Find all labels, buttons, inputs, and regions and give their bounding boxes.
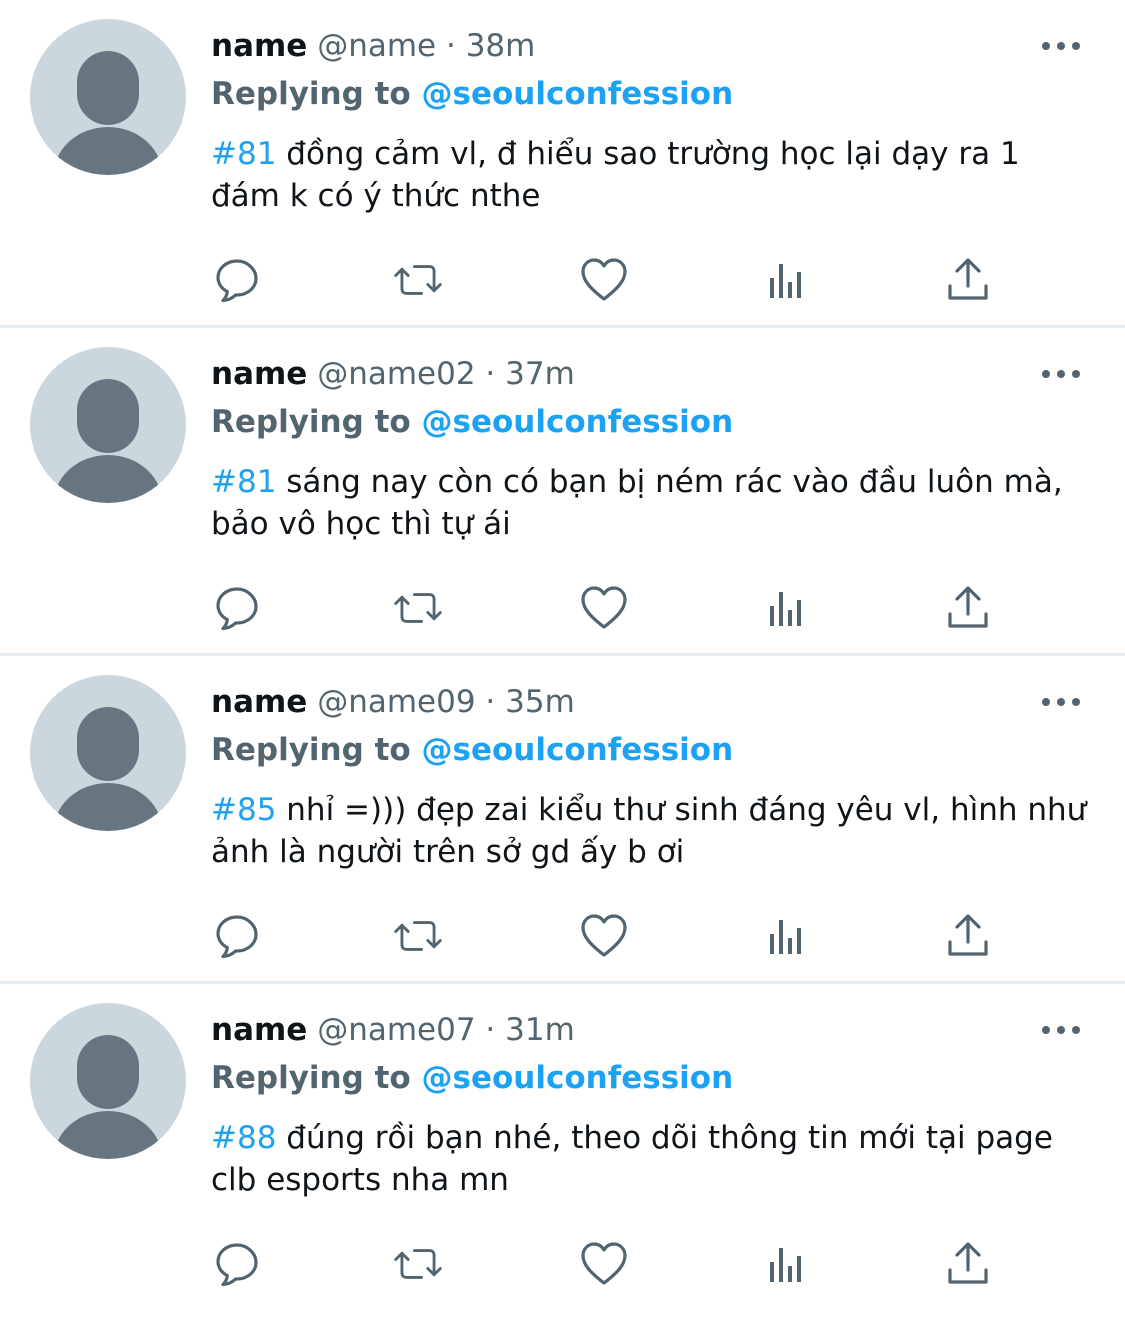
tweet-actions	[0, 911, 1125, 961]
tweet-header: name @name · 38m	[211, 26, 535, 66]
avatar-placeholder-head	[77, 379, 139, 453]
avatar[interactable]	[30, 675, 186, 831]
analytics-icon[interactable]	[761, 911, 811, 961]
tweet-text: #88 đúng rồi bạn nhé, theo dõi thông tin…	[211, 1117, 1091, 1201]
share-icon[interactable]	[943, 255, 993, 305]
avatar-placeholder-body	[53, 783, 163, 831]
avatar[interactable]	[30, 347, 186, 503]
timeline: name @name · 38m Replying to @seoulconfe…	[0, 0, 1125, 1312]
tweet-body: sáng nay còn có bạn bị ném rác vào đầu l…	[211, 464, 1063, 542]
avatar-placeholder-head	[77, 707, 139, 781]
replying-to: Replying to @seoulconfession	[211, 74, 733, 114]
tweet-header: name @name09 · 35m	[211, 682, 575, 722]
like-icon[interactable]	[579, 583, 629, 633]
more-options-icon[interactable]	[1042, 36, 1080, 56]
tweet-actions	[0, 1239, 1125, 1289]
separator-dot: ·	[485, 356, 496, 392]
tweet-body: đúng rồi bạn nhé, theo dõi thông tin mới…	[211, 1120, 1053, 1198]
separator-dot: ·	[485, 684, 496, 720]
replying-to: Replying to @seoulconfession	[211, 1058, 733, 1098]
hashtag-link[interactable]: #88	[211, 1120, 276, 1156]
tweet-text: #81 sáng nay còn có bạn bị ném rác vào đ…	[211, 461, 1091, 545]
replying-to: Replying to @seoulconfession	[211, 730, 733, 770]
avatar[interactable]	[30, 1003, 186, 1159]
tweet[interactable]: name @name · 38m Replying to @seoulconfe…	[0, 0, 1125, 328]
user-handle[interactable]: @name09	[317, 684, 475, 720]
analytics-icon[interactable]	[761, 255, 811, 305]
hashtag-link[interactable]: #81	[211, 464, 276, 500]
avatar[interactable]	[30, 19, 186, 175]
display-name[interactable]: name	[211, 356, 307, 392]
more-options-icon[interactable]	[1042, 692, 1080, 712]
user-handle[interactable]: @name02	[317, 356, 475, 392]
retweet-icon[interactable]	[393, 583, 443, 633]
tweet-header: name @name07 · 31m	[211, 1010, 575, 1050]
avatar-placeholder-head	[77, 1035, 139, 1109]
analytics-icon[interactable]	[761, 583, 811, 633]
replying-to-handle-link[interactable]: @seoulconfession	[422, 732, 734, 768]
more-options-icon[interactable]	[1042, 1020, 1080, 1040]
tweet-text: #81 đồng cảm vl, đ hiểu sao trường học l…	[211, 133, 1091, 217]
replying-to: Replying to @seoulconfession	[211, 402, 733, 442]
timestamp[interactable]: 31m	[505, 1012, 575, 1048]
like-icon[interactable]	[579, 255, 629, 305]
timestamp[interactable]: 37m	[505, 356, 575, 392]
tweet-body: đồng cảm vl, đ hiểu sao trường học lại d…	[211, 136, 1020, 214]
separator-dot: ·	[485, 1012, 496, 1048]
tweet[interactable]: name @name07 · 31m Replying to @seoulcon…	[0, 984, 1125, 1312]
replying-to-label: Replying to	[211, 1060, 411, 1096]
tweet-actions	[0, 583, 1125, 633]
reply-icon[interactable]	[212, 255, 262, 305]
avatar-placeholder-head	[77, 51, 139, 125]
replying-to-label: Replying to	[211, 76, 411, 112]
replying-to-handle-link[interactable]: @seoulconfession	[422, 76, 734, 112]
retweet-icon[interactable]	[393, 255, 443, 305]
avatar-placeholder-body	[53, 1111, 163, 1159]
replying-to-label: Replying to	[211, 404, 411, 440]
reply-icon[interactable]	[212, 911, 262, 961]
tweet-actions	[0, 255, 1125, 305]
display-name[interactable]: name	[211, 684, 307, 720]
replying-to-label: Replying to	[211, 732, 411, 768]
avatar-placeholder-body	[53, 455, 163, 503]
user-handle[interactable]: @name	[317, 28, 436, 64]
separator-dot: ·	[445, 28, 456, 64]
hashtag-link[interactable]: #81	[211, 136, 276, 172]
tweet[interactable]: name @name09 · 35m Replying to @seoulcon…	[0, 656, 1125, 984]
avatar-placeholder-body	[53, 127, 163, 175]
tweet-header: name @name02 · 37m	[211, 354, 575, 394]
more-options-icon[interactable]	[1042, 364, 1080, 384]
timestamp[interactable]: 35m	[505, 684, 575, 720]
share-icon[interactable]	[943, 1239, 993, 1289]
tweet-body: nhỉ =))) đẹp zai kiểu thư sinh đáng yêu …	[211, 792, 1087, 870]
share-icon[interactable]	[943, 583, 993, 633]
like-icon[interactable]	[579, 911, 629, 961]
replying-to-handle-link[interactable]: @seoulconfession	[422, 1060, 734, 1096]
like-icon[interactable]	[579, 1239, 629, 1289]
reply-icon[interactable]	[212, 1239, 262, 1289]
tweet[interactable]: name @name02 · 37m Replying to @seoulcon…	[0, 328, 1125, 656]
timestamp[interactable]: 38m	[466, 28, 536, 64]
tweet-text: #85 nhỉ =))) đẹp zai kiểu thư sinh đáng …	[211, 789, 1091, 873]
user-handle[interactable]: @name07	[317, 1012, 475, 1048]
share-icon[interactable]	[943, 911, 993, 961]
replying-to-handle-link[interactable]: @seoulconfession	[422, 404, 734, 440]
hashtag-link[interactable]: #85	[211, 792, 276, 828]
reply-icon[interactable]	[212, 583, 262, 633]
display-name[interactable]: name	[211, 28, 307, 64]
display-name[interactable]: name	[211, 1012, 307, 1048]
retweet-icon[interactable]	[393, 1239, 443, 1289]
analytics-icon[interactable]	[761, 1239, 811, 1289]
retweet-icon[interactable]	[393, 911, 443, 961]
